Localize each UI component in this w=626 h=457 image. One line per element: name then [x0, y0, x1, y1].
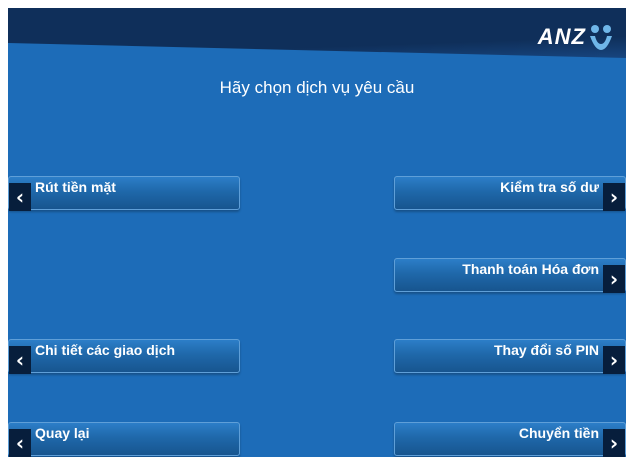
chevron-left-icon: ‹	[9, 346, 31, 374]
header-bar	[8, 8, 626, 58]
chevron-left-icon: ‹	[9, 183, 31, 211]
chevron-left-icon: ‹	[9, 429, 31, 457]
transfer-button[interactable]: › Chuyển tiền	[394, 422, 626, 457]
atm-screen: ANZ Hãy chọn dịch vụ yêu cầu ‹ Rút tiền …	[8, 8, 626, 457]
button-label: Thanh toán Hóa đơn	[462, 261, 599, 277]
anz-person-icon	[590, 25, 612, 50]
chevron-right-icon: ›	[603, 183, 625, 211]
button-label: Chi tiết các giao dịch	[35, 342, 176, 358]
chevron-right-icon: ›	[603, 265, 625, 293]
withdraw-cash-button[interactable]: ‹ Rút tiền mặt	[8, 176, 240, 211]
chevron-right-icon: ›	[603, 429, 625, 457]
anz-logo: ANZ	[538, 24, 614, 50]
check-balance-button[interactable]: › Kiểm tra số dư	[394, 176, 626, 211]
chevron-right-icon: ›	[603, 346, 625, 374]
change-pin-button[interactable]: › Thay đổi số PIN	[394, 339, 626, 374]
transaction-details-button[interactable]: ‹ Chi tiết các giao dịch	[8, 339, 240, 374]
button-label: Kiểm tra số dư	[500, 179, 599, 195]
button-label: Rút tiền mặt	[35, 179, 116, 195]
back-button[interactable]: ‹ Quay lại	[8, 422, 240, 457]
bill-payment-button[interactable]: › Thanh toán Hóa đơn	[394, 258, 626, 293]
logo-text: ANZ	[537, 24, 586, 49]
button-label: Chuyển tiền	[518, 425, 599, 441]
button-label: Quay lại	[35, 425, 90, 441]
button-label: Thay đổi số PIN	[493, 342, 599, 358]
page-title: Hãy chọn dịch vụ yêu cầu	[219, 78, 415, 97]
